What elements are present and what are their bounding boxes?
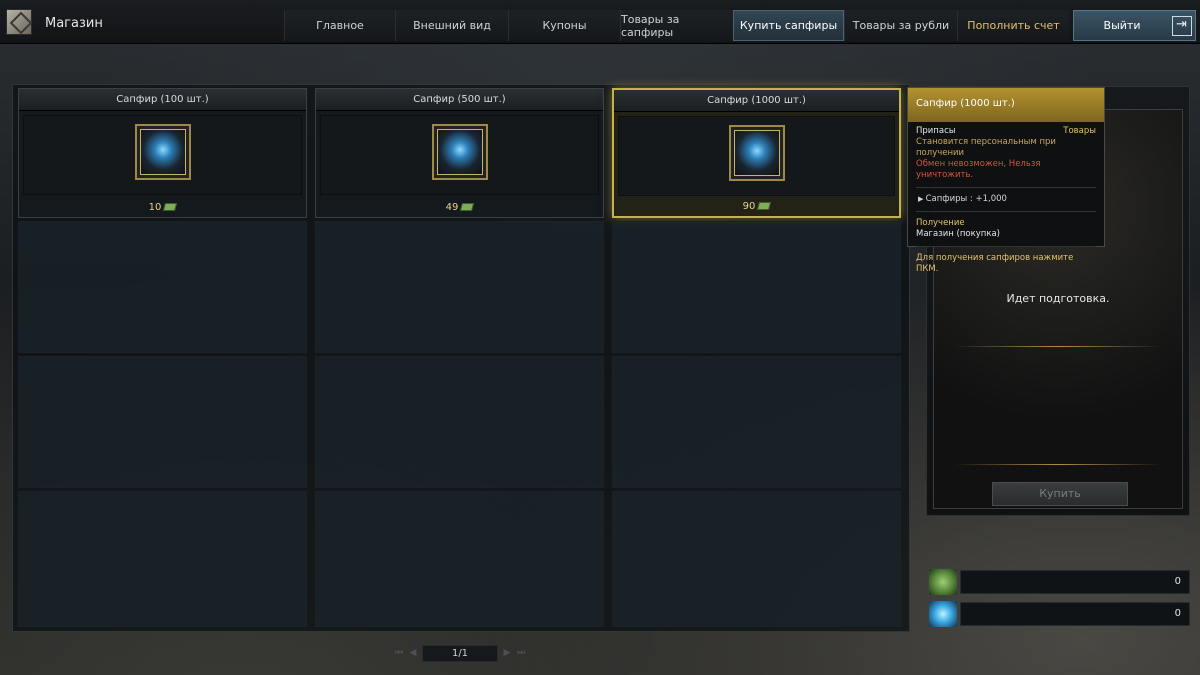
- empty-slot: [612, 491, 901, 627]
- tooltip-obtain: Магазин (покупка): [916, 229, 1000, 239]
- divider: [916, 246, 1096, 247]
- empty-slot: [18, 491, 307, 627]
- tooltip-title: Сапфир (1000 шт.): [908, 88, 1104, 122]
- item-name: Сапфир (1000 шт.): [614, 90, 899, 112]
- cash-icon: [163, 203, 178, 211]
- currency-sapphire: 0: [928, 600, 1190, 628]
- tooltip-body: Припасы Товары Становится персональным п…: [908, 122, 1104, 279]
- divider: [916, 211, 1096, 212]
- pagination: ⏮ ◀ 1/1 ▶ ⏭: [392, 645, 532, 662]
- tooltip-category: Припасы: [916, 126, 956, 136]
- item-price: 49: [316, 202, 603, 213]
- exit-label: Выйти: [1103, 19, 1141, 32]
- preview-status: Идет подготовка.: [1006, 292, 1110, 305]
- tooltip-category-row: Припасы Товары: [916, 126, 1096, 137]
- tooltip-hint: Для получения сапфиров нажмите ПКМ.: [916, 253, 1074, 274]
- currency-cash: 0: [928, 568, 1190, 596]
- empty-slot: [315, 356, 604, 488]
- cash-icon: [928, 568, 958, 596]
- empty-slot: [315, 491, 604, 627]
- item-image-area: [23, 115, 302, 195]
- tab-coupons[interactable]: Купоны: [508, 10, 620, 41]
- sapphire-balance: 0: [960, 602, 1190, 626]
- first-page-icon[interactable]: ⏮: [392, 645, 406, 662]
- item-name: Сапфир (100 шт.): [19, 89, 306, 111]
- shop-item-sapphire-1000[interactable]: Сапфир (1000 шт.) 90: [612, 88, 901, 218]
- tooltip-type: Товары: [1063, 126, 1096, 136]
- tab-top-up[interactable]: Пополнить счет: [957, 10, 1069, 41]
- tooltip-effect: Сапфиры : +1,000: [916, 194, 1096, 205]
- divider: [954, 346, 1162, 347]
- sapphire-pouch-icon: [134, 124, 191, 180]
- empty-slot: [315, 221, 604, 353]
- buy-button[interactable]: Купить: [992, 482, 1128, 506]
- shop-item-sapphire-500[interactable]: Сапфир (500 шт.) 49: [315, 88, 604, 218]
- item-image-area: [320, 115, 599, 195]
- empty-slot: [612, 356, 901, 488]
- tab-main[interactable]: Главное: [284, 10, 395, 41]
- item-tooltip: Сапфир (1000 шт.) Припасы Товары Станови…: [907, 87, 1105, 274]
- nav-tabs: Главное Внешний вид Купоны Товары за сап…: [284, 10, 1069, 41]
- item-grid: Сапфир (100 шт.) 10 Сапфир (500 шт.) 49 …: [12, 84, 910, 632]
- cash-icon: [757, 202, 772, 210]
- cash-balance: 0: [960, 570, 1190, 594]
- empty-slot: [18, 356, 307, 488]
- page-title: Магазин: [45, 16, 103, 31]
- tooltip-personal: Становится персональным при получении: [916, 137, 1056, 158]
- item-image-area: [618, 116, 895, 196]
- item-price: 10: [19, 202, 306, 213]
- exit-icon: [1172, 15, 1192, 36]
- sapphire-cup-icon: [728, 125, 785, 181]
- cash-icon: [460, 203, 475, 211]
- empty-slot: [18, 221, 307, 353]
- item-price: 90: [614, 201, 899, 212]
- prev-page-icon[interactable]: ◀: [406, 645, 420, 662]
- empty-slot: [612, 221, 901, 353]
- exit-button[interactable]: Выйти: [1073, 10, 1196, 41]
- divider: [954, 464, 1162, 465]
- divider: [916, 187, 1096, 188]
- last-page-icon[interactable]: ⏭: [514, 645, 528, 662]
- sapphire-goblet-icon: [431, 124, 488, 180]
- top-bar: Магазин Главное Внешний вид Купоны Товар…: [0, 0, 1200, 44]
- tab-ruble-goods[interactable]: Товары за рубли: [844, 10, 957, 41]
- shop-item-sapphire-100[interactable]: Сапфир (100 шт.) 10: [18, 88, 307, 218]
- shop-logo-icon: [6, 9, 32, 35]
- tab-sapphire-goods[interactable]: Товары за сапфиры: [620, 10, 733, 41]
- tab-appearance[interactable]: Внешний вид: [395, 10, 508, 41]
- tooltip-warning: Обмен невозможен, Нельзя уничтожить.: [916, 159, 1041, 180]
- tooltip-obtain-header: Получение: [916, 218, 965, 228]
- next-page-icon[interactable]: ▶: [500, 645, 514, 662]
- tab-buy-sapphires[interactable]: Купить сапфиры: [733, 10, 844, 41]
- page-indicator: 1/1: [422, 645, 498, 662]
- item-name: Сапфир (500 шт.): [316, 89, 603, 111]
- sapphire-icon: [928, 600, 958, 628]
